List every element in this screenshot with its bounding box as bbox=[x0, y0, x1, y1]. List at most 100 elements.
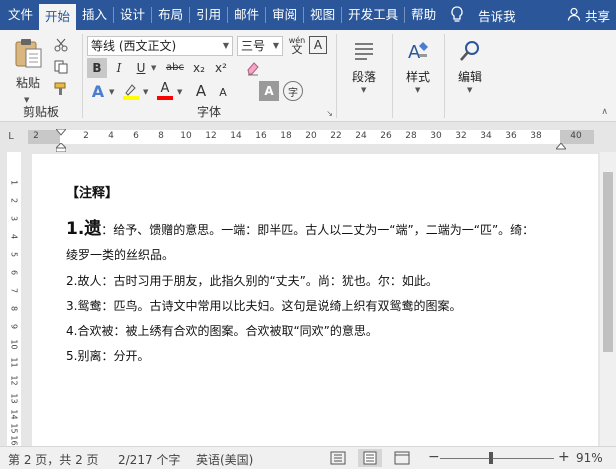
underline-dropdown-arrow[interactable]: ▼ bbox=[151, 64, 156, 72]
copy-icon[interactable] bbox=[52, 58, 70, 76]
tab-references[interactable]: 引用 bbox=[190, 0, 227, 30]
tab-home[interactable]: 开始 bbox=[39, 4, 77, 30]
grow-font-icon[interactable]: A bbox=[191, 80, 211, 102]
scrollbar-thumb[interactable] bbox=[603, 172, 613, 352]
strikethrough-button[interactable]: abc bbox=[163, 58, 187, 78]
tab-help[interactable]: 帮助 bbox=[405, 0, 442, 30]
vruler-tick: 4 bbox=[9, 233, 19, 240]
character-shading-button[interactable]: A bbox=[259, 81, 279, 101]
styles-group-label: 样式 bbox=[405, 70, 430, 84]
tab-selector[interactable]: L bbox=[4, 130, 18, 144]
zoom-slider-track[interactable] bbox=[440, 458, 554, 459]
font-name-value: 等线 (西文正文) bbox=[91, 39, 177, 53]
paragraph-group-label: 段落 bbox=[351, 70, 376, 84]
font-name-select[interactable]: 等线 (西文正文) ▼ bbox=[87, 36, 233, 56]
vruler-tick: 13 bbox=[9, 393, 19, 404]
ruler-tick: 24 bbox=[355, 131, 367, 141]
shrink-font-icon[interactable]: A bbox=[213, 82, 233, 102]
tab-review[interactable]: 审阅 bbox=[266, 0, 303, 30]
clear-formatting-icon[interactable] bbox=[243, 58, 263, 78]
status-bar: 第 2 页，共 2 页 2/217 个字 英语(美国) − + 91% bbox=[0, 446, 616, 469]
ruler-tick: 12 bbox=[205, 131, 217, 141]
highlight-icon[interactable] bbox=[121, 80, 141, 102]
tab-developer[interactable]: 开发工具 bbox=[342, 0, 404, 30]
share-button[interactable]: 共享 bbox=[567, 0, 610, 30]
tab-view[interactable]: 视图 bbox=[304, 0, 341, 30]
character-border-button[interactable]: A bbox=[309, 36, 327, 54]
zoom-out-button[interactable]: − bbox=[428, 449, 440, 465]
vruler-tick: 5 bbox=[9, 251, 19, 258]
clipboard-group-label: 剪贴板 bbox=[22, 105, 59, 119]
font-group: 等线 (西文正文) ▼ 三号 ▼ wén 文 A B I U ▼ abc x₂ … bbox=[83, 30, 335, 122]
font-group-label: 字体 bbox=[196, 105, 221, 119]
paste-icon bbox=[13, 37, 43, 72]
superscript-button[interactable]: x² bbox=[211, 58, 231, 78]
bold-button[interactable]: B bbox=[87, 58, 107, 78]
ruler-tick: 10 bbox=[180, 131, 192, 141]
ruler-tick: 4 bbox=[108, 131, 114, 141]
person-icon bbox=[567, 7, 581, 24]
vertical-scrollbar[interactable] bbox=[600, 152, 616, 446]
underline-button[interactable]: U bbox=[131, 58, 151, 78]
highlight-dropdown-arrow[interactable]: ▼ bbox=[143, 88, 148, 96]
note-item-1-number: 1. bbox=[66, 219, 85, 239]
enclose-characters-button[interactable]: 字 bbox=[283, 81, 303, 101]
italic-button[interactable]: I bbox=[109, 58, 129, 78]
zoom-slider-thumb[interactable] bbox=[489, 452, 494, 464]
shrink-font-glyph: A bbox=[219, 85, 227, 99]
font-color-icon[interactable]: A bbox=[155, 80, 175, 102]
paragraph-group[interactable]: 段落 ▼ bbox=[337, 30, 391, 122]
vruler-tick: 7 bbox=[9, 287, 19, 294]
horizontal-ruler: L 2 2 4 6 8 10 12 14 16 18 20 22 24 26 2… bbox=[0, 122, 616, 153]
note-item-1-word: 遗 bbox=[84, 219, 102, 239]
vruler-tick: 6 bbox=[9, 269, 19, 276]
note-item-1: 1.遗：给予、馈赠的意思。一端：即半匹。古人以二丈为一“端”，二端为一“匹”。绮… bbox=[66, 214, 534, 239]
ruler-tick: 38 bbox=[530, 131, 542, 141]
zoom-level[interactable]: 91% bbox=[576, 451, 603, 465]
chevron-down-icon: ▼ bbox=[415, 86, 421, 94]
lightbulb-icon bbox=[450, 6, 464, 24]
print-layout-icon[interactable] bbox=[358, 449, 382, 467]
styles-icon: A bbox=[403, 36, 433, 66]
ruler-tick: 30 bbox=[430, 131, 442, 141]
editing-group[interactable]: 编辑 ▼ bbox=[445, 30, 495, 122]
ruler-tick: 14 bbox=[230, 131, 242, 141]
subscript-button[interactable]: x₂ bbox=[189, 58, 209, 78]
text-effects-dropdown-arrow[interactable]: ▼ bbox=[109, 88, 114, 96]
tab-mailings[interactable]: 邮件 bbox=[228, 0, 265, 30]
first-line-indent-marker[interactable] bbox=[54, 126, 68, 140]
ruler-tick: 26 bbox=[380, 131, 392, 141]
tell-me-box[interactable]: 告诉我 bbox=[450, 6, 516, 25]
font-dialog-launcher-icon[interactable]: ↘ bbox=[326, 109, 333, 118]
focus-mode-icon[interactable] bbox=[330, 451, 346, 468]
styles-group[interactable]: A 样式 ▼ bbox=[393, 30, 443, 122]
chevron-down-icon: ▼ bbox=[222, 41, 229, 50]
word-count[interactable]: 2/217 个字 bbox=[118, 451, 180, 468]
tab-insert[interactable]: 插入 bbox=[76, 0, 113, 30]
cut-icon[interactable] bbox=[52, 36, 70, 54]
grow-font-glyph: A bbox=[195, 82, 207, 100]
ruler-tick: 40 bbox=[570, 131, 582, 141]
text-effects-icon[interactable]: A bbox=[87, 80, 109, 102]
tab-design[interactable]: 设计 bbox=[114, 0, 151, 30]
language-indicator[interactable]: 英语(美国) bbox=[196, 451, 253, 468]
collapse-ribbon-icon[interactable]: ∧ bbox=[601, 107, 608, 117]
phonetic-guide-button[interactable]: wén 文 bbox=[287, 34, 307, 56]
vruler-tick: 14 bbox=[9, 409, 19, 420]
font-color-dropdown-arrow[interactable]: ▼ bbox=[177, 88, 182, 96]
tab-file[interactable]: 文件 bbox=[0, 0, 39, 30]
paste-button[interactable]: 粘贴 bbox=[8, 36, 48, 92]
web-layout-icon[interactable] bbox=[394, 451, 410, 468]
font-color-swatch bbox=[157, 96, 173, 100]
ribbon-tab-bar: 文件 开始 插入 设计 布局 引用 邮件 审阅 视图 开发工具 帮助 告诉我 共… bbox=[0, 0, 616, 30]
ruler-tick: 2 bbox=[33, 131, 39, 141]
font-size-select[interactable]: 三号 ▼ bbox=[237, 36, 283, 56]
note-item-3: 3.鸳鸯：匹鸟。古诗文中常用以比夫妇。这句是说绮上织有双鸳鸯的图案。 bbox=[66, 299, 462, 313]
format-painter-icon[interactable] bbox=[52, 80, 70, 98]
ruler-tick: 22 bbox=[330, 131, 342, 141]
zoom-in-button[interactable]: + bbox=[558, 449, 570, 465]
tab-layout[interactable]: 布局 bbox=[152, 0, 189, 30]
document-heading: 【注释】 bbox=[66, 186, 119, 201]
page-count[interactable]: 第 2 页，共 2 页 bbox=[8, 451, 99, 468]
document-page[interactable]: 【注释】 1.遗：给予、馈赠的意思。一端：即半匹。古人以二丈为一“端”，二端为一… bbox=[32, 154, 598, 446]
